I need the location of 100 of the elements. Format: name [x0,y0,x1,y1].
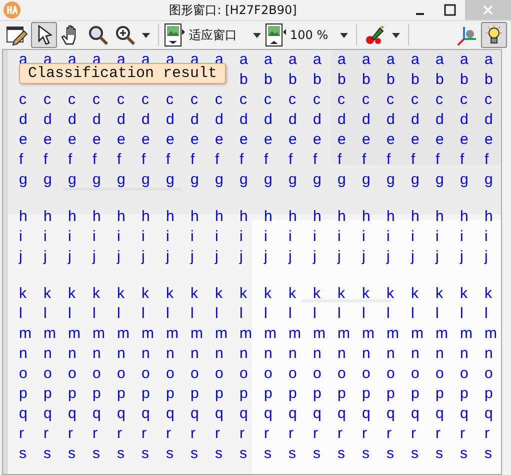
result-label: s [214,444,224,464]
pointer-button[interactable] [31,22,57,48]
result-label: j [238,247,244,267]
result-label: o [165,364,176,384]
app-logo-icon [3,1,21,19]
result-label: h [263,207,274,227]
result-label: q [484,404,494,424]
result-label: k [312,284,322,304]
result-label: i [484,227,489,247]
result-label: f [190,150,196,170]
result-label: k [434,284,444,304]
result-label: q [312,404,322,424]
result-label: m [410,324,424,344]
result-label: n [42,344,53,364]
result-label: q [190,404,200,424]
result-label: k [386,284,395,304]
result-label: c [361,90,370,110]
result-label: e [140,130,151,150]
result-label: c [165,90,174,110]
lightbulb-button[interactable] [481,22,507,48]
result-label: l [116,304,122,324]
result-label: f [92,150,98,170]
result-label: k [361,284,370,304]
result-label: c [336,90,346,110]
result-label: h [165,207,176,227]
result-label: n [140,344,151,364]
result-label: k [116,284,126,304]
result-label: r [288,424,294,444]
result-label: r [336,424,344,444]
result-label: l [190,304,195,324]
result-label: j [214,247,220,267]
result-label: m [214,324,228,344]
result-label: h [459,207,470,227]
result-label: p [288,384,298,404]
result-label: d [361,110,372,130]
result-label: l [434,304,440,324]
result-label: n [67,344,78,364]
result-label: p [312,384,322,404]
result-label: f [116,150,122,170]
result-label: s [67,444,76,464]
fit-window-dropdown[interactable]: 适应窗口 [164,23,264,47]
result-label: j [164,247,170,267]
result-label: f [312,150,318,170]
result-label: o [263,364,274,384]
result-label: l [42,304,48,324]
result-label: e [336,130,347,150]
result-label: c [67,90,76,110]
result-label: h [336,207,347,227]
result-label: p [459,384,470,404]
result-label: h [42,207,53,227]
result-label: a [288,50,298,70]
result-label: q [238,404,249,424]
result-label: o [190,364,200,384]
result-label: g [214,170,224,190]
result-label: n [263,344,274,364]
result-label: p [42,384,53,404]
result-label: e [190,130,200,150]
result-label: o [42,364,53,384]
result-label: l [140,304,146,324]
caret-icon[interactable] [142,32,150,38]
result-label: q [214,404,224,424]
result-label: m [288,324,301,344]
result-label: c [238,90,248,110]
result-label: o [434,364,445,384]
result-label: h [434,207,445,227]
fit-image-icon [164,23,186,47]
result-label: j [140,247,146,267]
result-label: c [92,90,101,110]
result-label: l [67,304,72,324]
result-label: p [361,384,372,404]
zoom-image-icon [265,23,287,47]
result-label: i [263,227,268,247]
result-label: i [214,227,220,247]
result-label: k [288,284,297,304]
result-label: p [190,384,200,404]
result-label: h [288,207,298,227]
result-label: s [336,444,346,464]
result-label: i [42,227,48,247]
result-label: h [386,207,396,227]
result-label: r [140,424,148,444]
result-label: h [140,207,151,227]
result-label: f [434,150,441,170]
result-label: b [238,70,249,90]
result-label: d [459,110,470,130]
result-label: s [238,444,248,464]
caret-icon[interactable] [392,32,400,38]
zoom-dropdown[interactable]: 100 % [265,23,351,47]
result-label: e [238,130,249,150]
result-label: i [312,227,318,247]
result-label: d [140,110,151,130]
result-label: m [434,324,448,344]
result-label: k [459,284,468,304]
result-label: c [386,90,395,110]
result-label: m [459,324,472,344]
result-label: g [18,170,28,190]
result-label: r [214,424,221,444]
result-label: o [459,364,470,384]
result-label: q [263,404,274,424]
result-label: l [288,304,293,324]
result-label: s [18,444,28,464]
